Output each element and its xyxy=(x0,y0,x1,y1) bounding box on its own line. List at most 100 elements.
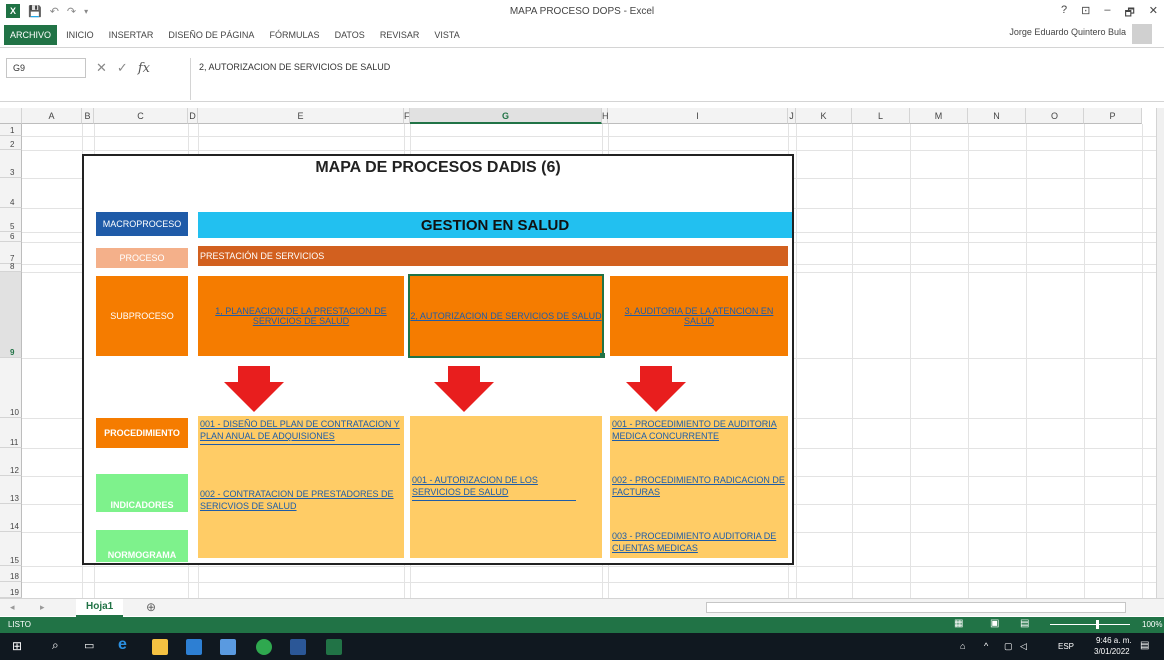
search-icon[interactable]: ⌕ xyxy=(52,638,59,653)
zoom-level[interactable]: 100% xyxy=(1142,620,1162,629)
vertical-scrollbar[interactable] xyxy=(1156,108,1164,598)
row-header-2[interactable]: 2 xyxy=(0,136,22,150)
horizontal-scrollbar[interactable] xyxy=(706,602,1126,613)
ribbon-display-button[interactable]: ⊡ xyxy=(1081,4,1090,23)
user-name[interactable]: Jorge Eduardo Quintero Bula xyxy=(1009,27,1126,37)
store-icon[interactable] xyxy=(186,639,202,655)
enter-icon[interactable]: ✓ xyxy=(117,60,128,76)
help-button[interactable]: ? xyxy=(1061,4,1067,23)
column-header-l[interactable]: L xyxy=(852,108,910,124)
column-header-g[interactable]: G xyxy=(410,108,602,124)
clock-date[interactable]: 3/01/2022 xyxy=(1094,647,1130,656)
tab-inicio[interactable]: INICIO xyxy=(60,25,100,45)
column-header-b[interactable]: B xyxy=(82,108,94,124)
formula-input[interactable]: 2, AUTORIZACION DE SERVICIOS DE SALUD xyxy=(190,58,1150,100)
procedimiento-link[interactable]: 003 - PROCEDIMIENTO AUDITORIA DE CUENTAS… xyxy=(612,531,776,553)
word-icon[interactable] xyxy=(290,639,306,655)
tab-revisar[interactable]: REVISAR xyxy=(374,25,426,45)
subproceso-3[interactable]: 3, AUDITORIA DE LA ATENCION EN SALUD xyxy=(610,276,788,356)
row-header-19[interactable]: 19 xyxy=(0,582,22,598)
column-header-o[interactable]: O xyxy=(1026,108,1084,124)
volume-icon[interactable]: ◁ xyxy=(1020,641,1027,652)
restore-button[interactable]: 🗗 xyxy=(1124,4,1134,23)
edge-icon[interactable]: e xyxy=(118,636,127,654)
procedimiento-link[interactable]: 001 - PROCEDIMIENTO DE AUDITORIA MEDICA … xyxy=(612,419,777,441)
status-mode: LISTO xyxy=(8,620,31,629)
add-sheet-button[interactable]: ⊕ xyxy=(146,600,156,614)
file-explorer-icon[interactable] xyxy=(152,639,168,655)
tab-formulas[interactable]: FÓRMULAS xyxy=(264,25,326,45)
subproceso-2-link[interactable]: 2, AUTORIZACION DE SERVICIOS DE SALUD xyxy=(410,311,601,321)
row-header-12[interactable]: 12 xyxy=(0,448,22,476)
sheet-tab-bar: ◂ ▸ Hoja1 ⊕ xyxy=(0,598,1164,617)
row-header-11[interactable]: 11 xyxy=(0,418,22,448)
column-header-p[interactable]: P xyxy=(1084,108,1142,124)
excel-taskbar-icon[interactable] xyxy=(326,639,342,655)
notification-icon[interactable]: ▤ xyxy=(1140,640,1149,651)
row-header-13[interactable]: 13 xyxy=(0,476,22,504)
tab-diseno-pagina[interactable]: DISEÑO DE PÁGINA xyxy=(162,25,260,45)
column-header-d[interactable]: D xyxy=(188,108,198,124)
normal-view-icon[interactable]: ▦ xyxy=(954,618,963,629)
subproceso-1-link[interactable]: 1, PLANEACION DE LA PRESTACION DE SERVIC… xyxy=(212,306,390,326)
row-header-10[interactable]: 10 xyxy=(0,358,22,418)
row-header-1[interactable]: 1 xyxy=(0,124,22,136)
subproceso-1[interactable]: 1, PLANEACION DE LA PRESTACION DE SERVIC… xyxy=(198,276,404,356)
chrome-icon[interactable] xyxy=(256,639,272,655)
network-icon[interactable]: ▢ xyxy=(1004,641,1013,652)
scroll-left-icon[interactable]: ◂ xyxy=(10,602,15,613)
row-header-8[interactable]: 8 xyxy=(0,262,22,272)
arrow-down-icon xyxy=(626,366,686,412)
column-header-k[interactable]: K xyxy=(796,108,852,124)
column-header-m[interactable]: M xyxy=(910,108,968,124)
cancel-icon[interactable]: ✕ xyxy=(96,60,107,76)
row-header-3[interactable]: 3 xyxy=(0,150,22,178)
column-header-a[interactable]: A xyxy=(22,108,82,124)
mail-icon[interactable] xyxy=(220,639,236,655)
row-header-5[interactable]: 5 xyxy=(0,208,22,232)
spreadsheet-grid[interactable]: A B C D E F G H I J K L M N O P 1 2 3 4 … xyxy=(0,108,1156,598)
tab-vista[interactable]: VISTA xyxy=(428,25,465,45)
row-header-15[interactable]: 15 xyxy=(0,532,22,566)
minimize-button[interactable]: – xyxy=(1104,4,1110,23)
task-view-icon[interactable]: ▭ xyxy=(84,639,94,652)
subproceso-3-link[interactable]: 3, AUDITORIA DE LA ATENCION EN SALUD xyxy=(620,306,778,326)
row-header-14[interactable]: 14 xyxy=(0,504,22,532)
zoom-slider[interactable] xyxy=(1050,624,1130,625)
tab-archivo[interactable]: ARCHIVO xyxy=(4,25,58,45)
procedimiento-link[interactable]: 001 - DISEÑO DEL PLAN DE CONTRATACION Y … xyxy=(200,419,400,441)
people-icon[interactable]: ⌂ xyxy=(960,641,965,651)
page-layout-icon[interactable]: ▣ xyxy=(990,618,999,629)
column-header-n[interactable]: N xyxy=(968,108,1026,124)
close-button[interactable]: ✕ xyxy=(1149,4,1158,23)
sheet-tab-hoja1[interactable]: Hoja1 xyxy=(76,599,124,617)
row-header-6[interactable]: 6 xyxy=(0,232,22,242)
select-all-corner[interactable] xyxy=(0,108,22,124)
insert-function-button[interactable]: fx xyxy=(138,61,150,76)
subproceso-2[interactable]: 2, AUTORIZACION DE SERVICIOS DE SALUD xyxy=(408,274,604,358)
row-header-9[interactable]: 9 xyxy=(0,272,22,358)
row-header-18[interactable]: 18 xyxy=(0,566,22,582)
page-break-icon[interactable]: ▤ xyxy=(1020,618,1029,629)
windows-start-icon[interactable]: ⊞ xyxy=(12,639,22,653)
row-header-7[interactable]: 7 xyxy=(0,242,22,264)
fill-handle[interactable] xyxy=(600,353,605,358)
column-header-i[interactable]: I xyxy=(608,108,788,124)
tab-datos[interactable]: DATOS xyxy=(329,25,371,45)
procedimiento-link[interactable]: 001 - AUTORIZACION DE LOS SERVICIOS DE S… xyxy=(412,475,538,497)
clock-time[interactable]: 9:46 a. m. xyxy=(1096,636,1132,645)
procedimiento-link[interactable]: 002 - CONTRATACION DE PRESTADORES DE SER… xyxy=(200,489,394,511)
language-indicator[interactable]: ESP xyxy=(1058,642,1074,651)
scroll-right-icon[interactable]: ▸ xyxy=(40,602,45,613)
tab-insertar[interactable]: INSERTAR xyxy=(103,25,160,45)
avatar[interactable] xyxy=(1132,24,1152,44)
chevron-up-icon[interactable]: ^ xyxy=(984,641,988,651)
column-header-j[interactable]: J xyxy=(788,108,796,124)
name-box[interactable]: G9 xyxy=(6,58,86,78)
row-header-4[interactable]: 4 xyxy=(0,178,22,208)
zoom-slider-thumb[interactable] xyxy=(1096,620,1099,629)
procedimiento-link[interactable]: 002 - PROCEDIMIENTO RADICACION DE FACTUR… xyxy=(612,475,785,497)
column-header-e[interactable]: E xyxy=(198,108,404,124)
column-header-c[interactable]: C xyxy=(94,108,188,124)
macroproceso-label: MACROPROCESO xyxy=(96,212,188,236)
